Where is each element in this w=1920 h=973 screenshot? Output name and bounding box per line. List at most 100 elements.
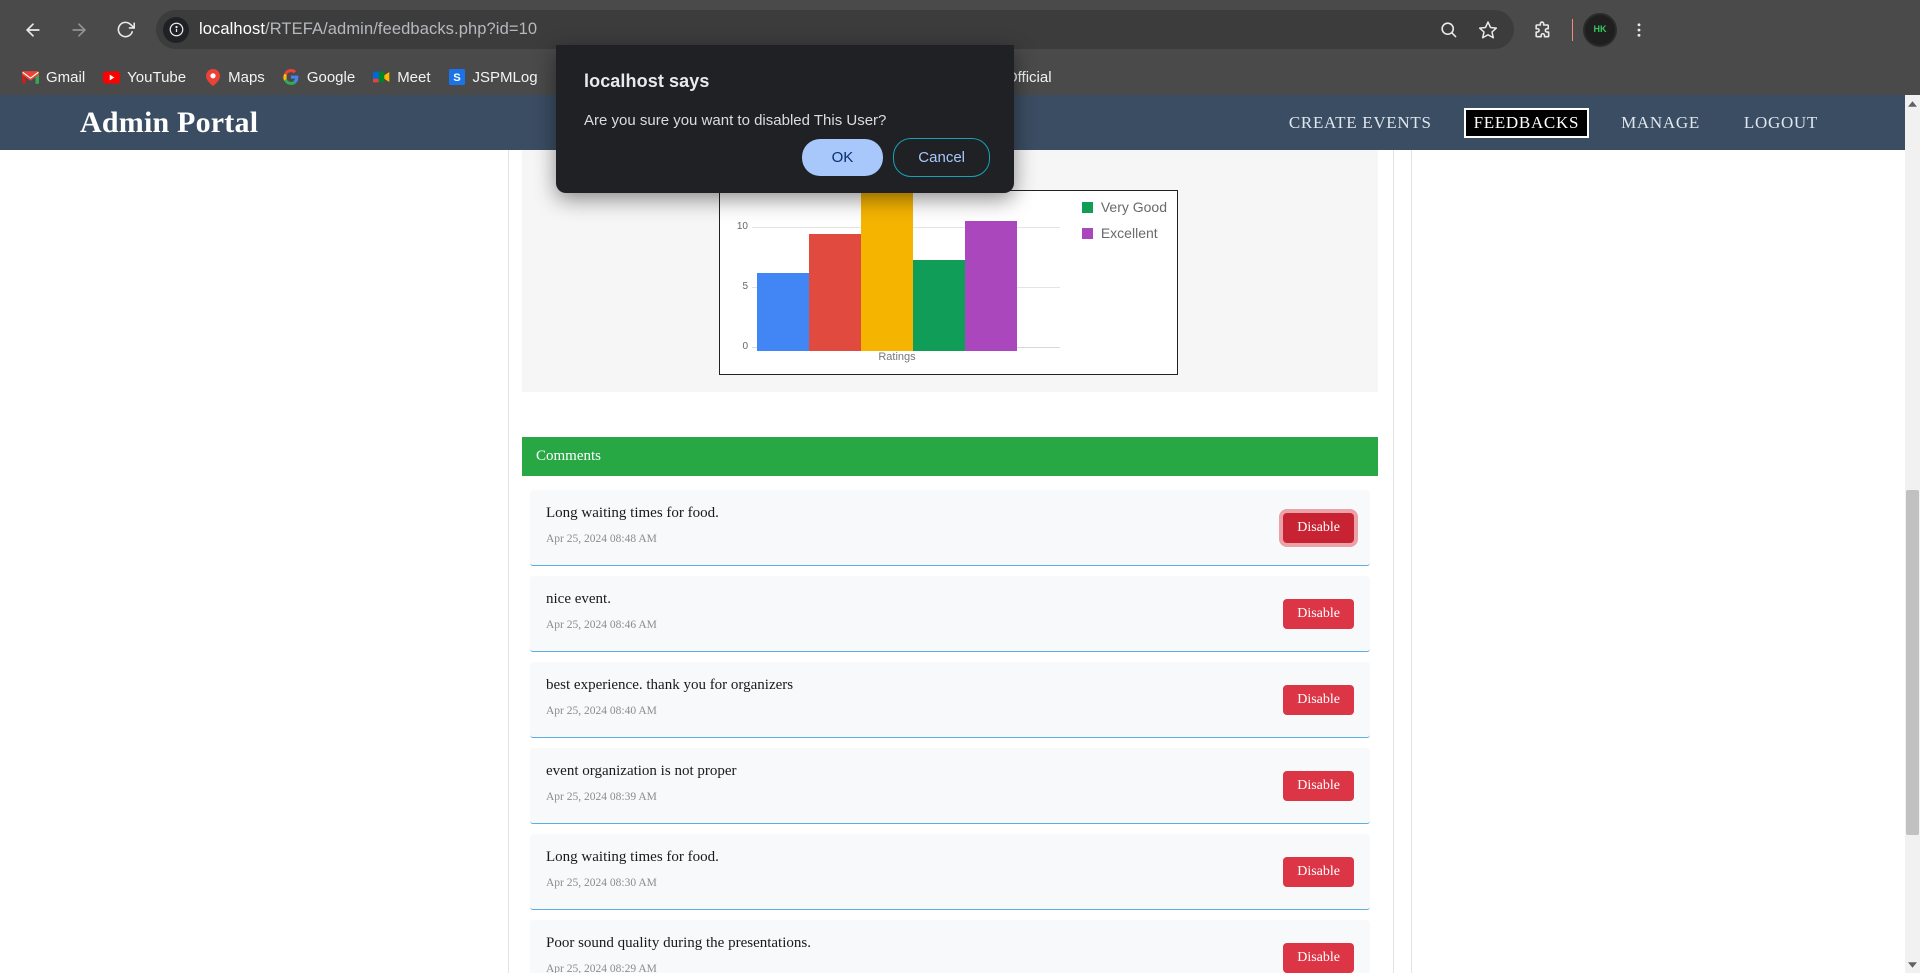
legend-label: Very Good [1100,199,1167,215]
url-path: /RTEFA/admin/feedbacks.php?id=10 [265,20,538,38]
chart-plot-area: 10 5 0 Ratings [730,191,1060,363]
toolbar-right-icons: HK [1522,10,1659,50]
legend-swatch-icon [1081,227,1093,239]
bar-very-good [913,260,965,351]
y-tick-10: 10 [736,221,748,232]
nav-link-manage[interactable]: MANAGE [1599,107,1722,139]
bookmark-label: JSPMLog [472,68,538,86]
extensions-puzzle-icon[interactable] [1522,10,1562,50]
bar-poor [757,273,809,351]
legend-item-excellent: Excellent [1081,225,1167,241]
comment-text: best experience. thank you for organizer… [546,677,794,693]
address-bar[interactable]: localhost/RTEFA/admin/feedbacks.php?id=1… [156,10,1514,49]
chart-legend: Very Good Excellent [1081,199,1167,241]
comment-row: Long waiting times for food. Apr 25, 202… [530,834,1370,910]
disable-button[interactable]: Disable [1283,942,1354,973]
comment-date: Apr 25, 2024 08:48 AM [546,533,657,545]
cancel-button[interactable]: Cancel [893,138,990,177]
page-body: 10 5 0 Ratings Very Good Excellent Comme… [0,150,1905,973]
youtube-icon [103,69,121,86]
bar-good [861,191,913,351]
google-icon [283,69,300,86]
nav-link-logout[interactable]: LOGOUT [1722,107,1840,139]
comments-header: Comments [522,437,1378,476]
legend-item-very-good: Very Good [1081,199,1167,215]
dialog-panel: localhost says Are you sure you want to … [556,45,1014,193]
bookmark-label: Gmail [46,68,86,86]
back-arrow-icon[interactable] [12,9,54,51]
nav-link-feedbacks[interactable]: FEEDBACKS [1463,107,1590,138]
comment-date: Apr 25, 2024 08:40 AM [546,705,657,717]
url-host: localhost [199,20,266,38]
page-scrollbar[interactable] [1905,95,1920,973]
dialog-message: Are you sure you want to disabled This U… [584,112,887,129]
gmail-icon [22,69,39,86]
disable-button[interactable]: Disable [1283,512,1354,543]
scroll-down-arrow-icon[interactable] [1905,956,1920,973]
ratings-bar-chart: 10 5 0 Ratings Very Good Excellent [719,190,1178,375]
jspmlog-icon: S [449,69,466,86]
meet-icon [373,69,390,86]
comment-row: Poor sound quality during the presentati… [530,920,1370,973]
search-icon[interactable] [1439,20,1458,39]
layout-divider [1393,150,1394,973]
chart-bars [757,191,1017,351]
comment-text: Long waiting times for food. [546,505,719,521]
bookmark-label: Meet [397,68,431,86]
dialog-title: localhost says [584,71,710,91]
section-spacer [522,392,1378,437]
bar-excellent [965,221,1017,351]
nav-link-create-events[interactable]: CREATE EVENTS [1267,107,1454,139]
page-viewport: Admin Portal CREATE EVENTS FEEDBACKS MAN… [0,95,1920,973]
forward-arrow-icon[interactable] [58,9,100,51]
comment-date: Apr 25, 2024 08:29 AM [546,963,657,973]
scroll-up-arrow-icon[interactable] [1905,95,1920,112]
ok-button[interactable]: OK [801,139,884,176]
scrollbar-thumb[interactable] [1906,490,1919,835]
comment-date: Apr 25, 2024 08:46 AM [546,619,657,631]
y-tick-0: 0 [742,341,748,352]
page-title: Admin Portal [80,105,259,139]
nav-links: CREATE EVENTS FEEDBACKS MANAGE LOGOUT [1267,107,1905,139]
comment-date: Apr 25, 2024 08:39 AM [546,791,657,803]
comment-row: nice event. Apr 25, 2024 08:46 AM Disabl… [530,576,1370,652]
comment-row: Long waiting times for food. Apr 25, 202… [530,490,1370,566]
three-dot-menu-icon[interactable] [1619,10,1659,50]
bookmark-google[interactable]: Google [275,65,363,90]
disable-button[interactable]: Disable [1283,684,1354,715]
url-text: localhost/RTEFA/admin/feedbacks.php?id=1… [199,20,537,39]
layout-divider [508,150,509,973]
comment-text: Long waiting times for food. [546,849,719,865]
reload-icon[interactable] [104,9,146,51]
bar-average [809,234,861,351]
disable-button[interactable]: Disable [1283,770,1354,801]
info-circle-icon[interactable] [163,16,189,43]
profile-avatar[interactable]: HK [1583,12,1617,47]
comments-list: Long waiting times for food. Apr 25, 202… [522,476,1378,973]
bookmark-maps[interactable]: Maps [196,65,273,90]
bookmark-youtube[interactable]: YouTube [95,65,194,90]
dialog-actions: OK Cancel [801,138,990,177]
comment-row: event organization is not proper Apr 25,… [530,748,1370,824]
bookmark-label: Google [306,68,356,86]
profile-initials: HK [1593,24,1607,34]
bookmark-meet[interactable]: Meet [365,65,438,90]
comment-text: Poor sound quality during the presentati… [546,935,811,951]
browser-window: localhost/RTEFA/admin/feedbacks.php?id=1… [0,0,1920,973]
layout-divider [1411,150,1412,973]
star-icon[interactable] [1478,20,1498,40]
disable-button[interactable]: Disable [1283,856,1354,887]
chart-x-axis-label: Ratings [878,351,916,363]
bookmark-jspmlog[interactable]: S JSPMLog [441,65,546,90]
comment-date: Apr 25, 2024 08:30 AM [546,877,657,889]
navigation-buttons [0,9,146,51]
disable-button[interactable]: Disable [1283,598,1354,629]
bookmark-gmail[interactable]: Gmail [14,65,93,90]
bookmark-label: YouTube [127,68,187,86]
legend-label: Excellent [1100,225,1158,241]
omnibox-icons [1439,20,1504,40]
y-tick-5: 5 [742,281,748,292]
maps-pin-icon [204,68,221,86]
bookmark-label: Maps [228,68,265,86]
comments-card: Comments Long waiting times for food. Ap… [522,437,1378,973]
